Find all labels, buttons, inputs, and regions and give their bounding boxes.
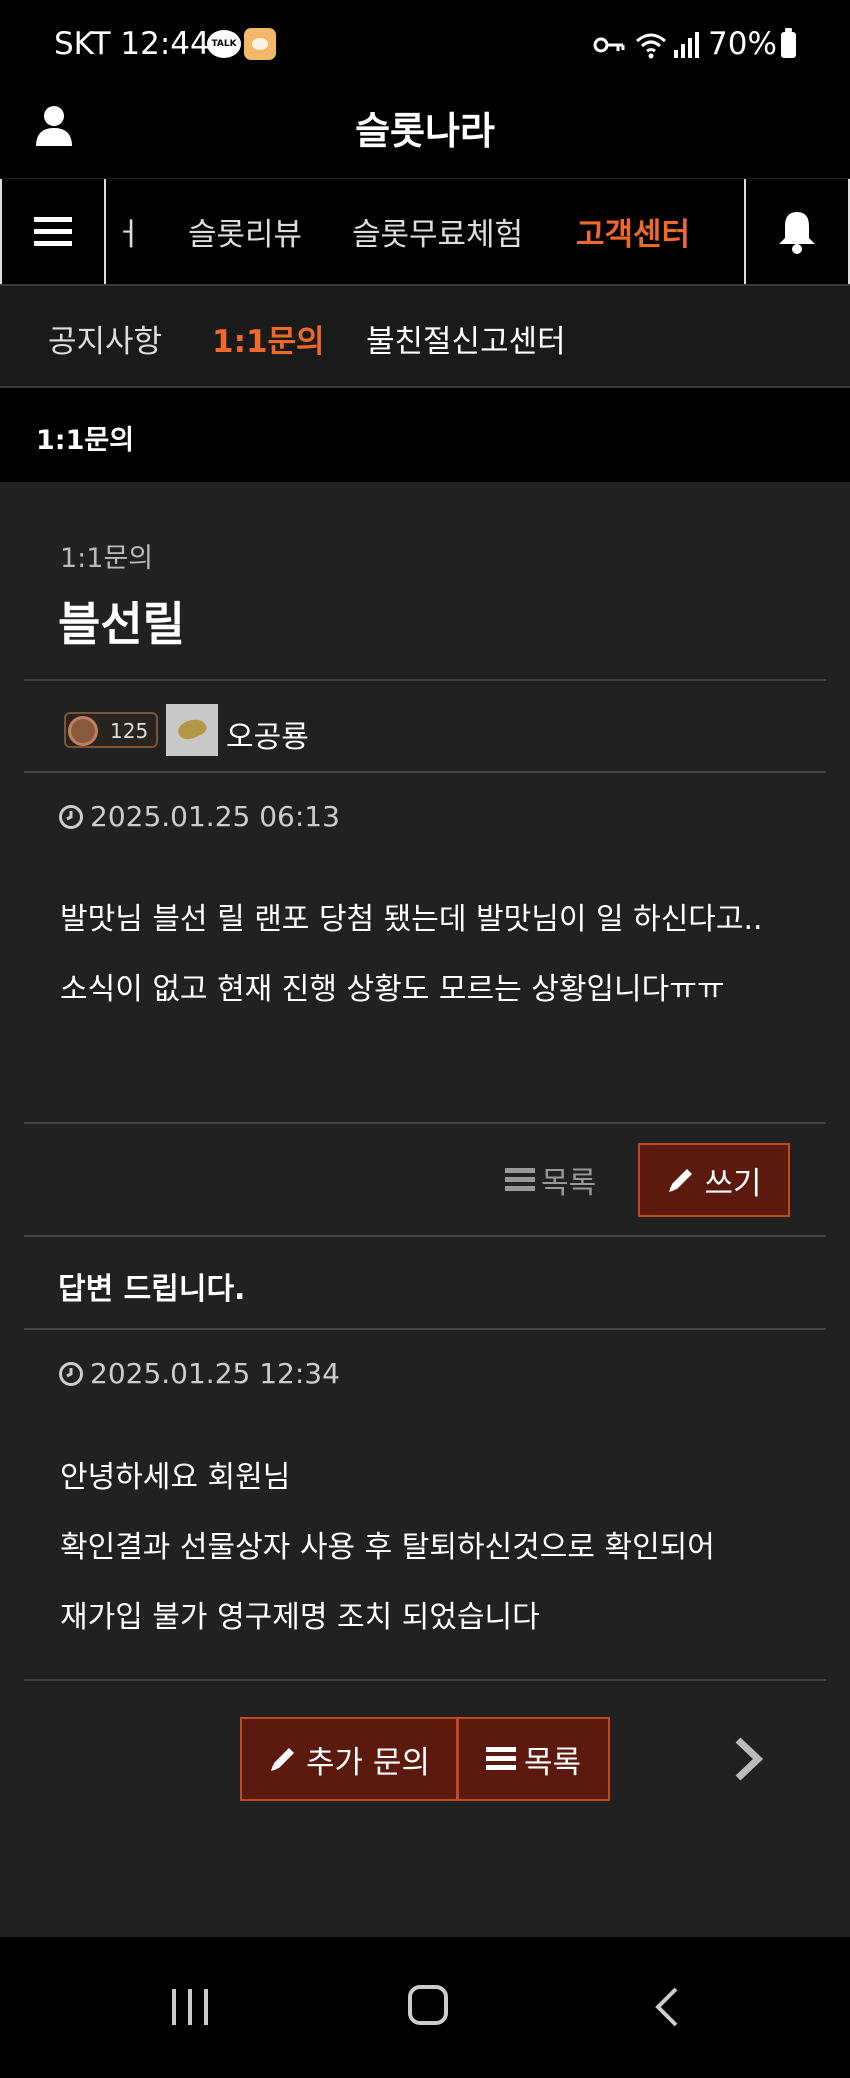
post-datetime-text: 2025.01.25 06:13 [90, 800, 340, 833]
vpn-key-icon [593, 37, 625, 53]
post-body-line: 발맛님 블선 릴 랜포 당첨 됐는데 발맛님이 일 하신다고.. [60, 902, 763, 937]
pencil-icon [669, 1169, 693, 1192]
list-button[interactable]: 목록 [458, 1717, 610, 1801]
post-title: 블선릴 [58, 597, 185, 651]
nav-item-free-slot[interactable]: 슬롯무료체험 [352, 209, 523, 254]
list-icon [485, 1747, 516, 1770]
tab-notice[interactable]: 공지사항 [48, 316, 162, 361]
main-nav: ㅓ 슬롯리뷰 슬롯무료체험 고객센터 [0, 178, 850, 285]
app-header: 슬롯나라 [0, 88, 850, 178]
answer-body-line: 확인결과 선물상자 사용 후 탈퇴하신것으로 확인되어 [60, 1530, 715, 1565]
site-title[interactable]: 슬롯나라 [0, 100, 850, 155]
answer-body-line: 재가입 불가 영구제명 조치 되었습니다 [60, 1600, 540, 1635]
notification-button[interactable] [744, 179, 850, 285]
write-button[interactable]: 쓰기 [638, 1143, 790, 1217]
app-notification-icon [244, 28, 276, 60]
system-nav-bar [0, 1937, 850, 2078]
divider [24, 1328, 826, 1330]
nav-item-slot-review[interactable]: 슬롯리뷰 [188, 209, 302, 254]
avatar[interactable] [166, 704, 218, 756]
divider [24, 679, 826, 681]
back-icon[interactable] [652, 1985, 682, 2029]
medal-icon [68, 716, 98, 746]
post-body-line: 소식이 없고 현재 진행 상황도 모르는 상황입니다ㅠㅠ [60, 972, 725, 1007]
list-button-label: 목록 [523, 1744, 582, 1781]
post-content: 1:1문의 블선릴 125 오공룡 2025.01.25 06:13 발맛님 블… [0, 482, 850, 1937]
divider [24, 1679, 826, 1681]
write-button-label: 쓰기 [704, 1165, 762, 1202]
menu-button[interactable] [0, 179, 106, 285]
list-link-label: 목록 [541, 1166, 597, 1201]
answer-title: 답변 드립니다. [58, 1272, 246, 1307]
level-badge: 125 [64, 712, 158, 748]
post-category: 1:1문의 [60, 543, 154, 574]
recent-apps-icon[interactable] [168, 1987, 212, 2027]
answer-body-line: 안녕하세요 회원님 [60, 1460, 291, 1495]
additional-inquiry-button[interactable]: 추가 문의 [240, 1717, 458, 1801]
additional-inquiry-label: 추가 문의 [306, 1744, 430, 1781]
answer-datetime-text: 2025.01.25 12:34 [90, 1357, 340, 1390]
section-title: 1:1문의 [36, 425, 135, 456]
sub-nav: 공지사항 1:1문의 불친절신고센터 [0, 284, 850, 388]
clock-icon [59, 1361, 83, 1386]
battery-percent: 70% [708, 26, 777, 62]
divider [24, 771, 826, 773]
bell-icon [779, 212, 815, 254]
post-datetime: 2025.01.25 06:13 [58, 800, 340, 833]
tab-report-center[interactable]: 불친절신고센터 [366, 316, 566, 361]
hamburger-icon [34, 217, 72, 246]
clock-icon [59, 804, 83, 829]
nav-item-partial[interactable]: ㅓ [114, 209, 143, 254]
level-number: 125 [110, 719, 149, 743]
divider [24, 1122, 826, 1124]
status-bar: SKT 12:44 TALK 70% [0, 0, 850, 88]
nav-item-customer-center[interactable]: 고객센터 [576, 209, 690, 254]
chevron-right-icon[interactable] [728, 1734, 768, 1784]
list-link[interactable]: 목록 [505, 1158, 596, 1202]
answer-button-group: 추가 문의 목록 [240, 1717, 610, 1801]
pencil-icon [271, 1748, 295, 1771]
author-name[interactable]: 오공룡 [226, 712, 309, 756]
battery-icon [781, 28, 796, 58]
tab-one-on-one[interactable]: 1:1문의 [212, 316, 325, 361]
signal-icon [674, 32, 699, 58]
answer-datetime: 2025.01.25 12:34 [58, 1357, 340, 1390]
main-nav-items: ㅓ 슬롯리뷰 슬롯무료체험 고객센터 [108, 179, 744, 285]
carrier-time: SKT 12:44 [54, 26, 210, 62]
section-bar: 1:1문의 [0, 388, 850, 482]
kakaotalk-icon: TALK [207, 30, 241, 58]
author-row: 125 오공룡 [64, 704, 764, 760]
list-icon [505, 1168, 535, 1191]
home-icon[interactable] [408, 1985, 448, 2025]
divider [24, 1235, 826, 1237]
wifi-icon [636, 33, 666, 59]
